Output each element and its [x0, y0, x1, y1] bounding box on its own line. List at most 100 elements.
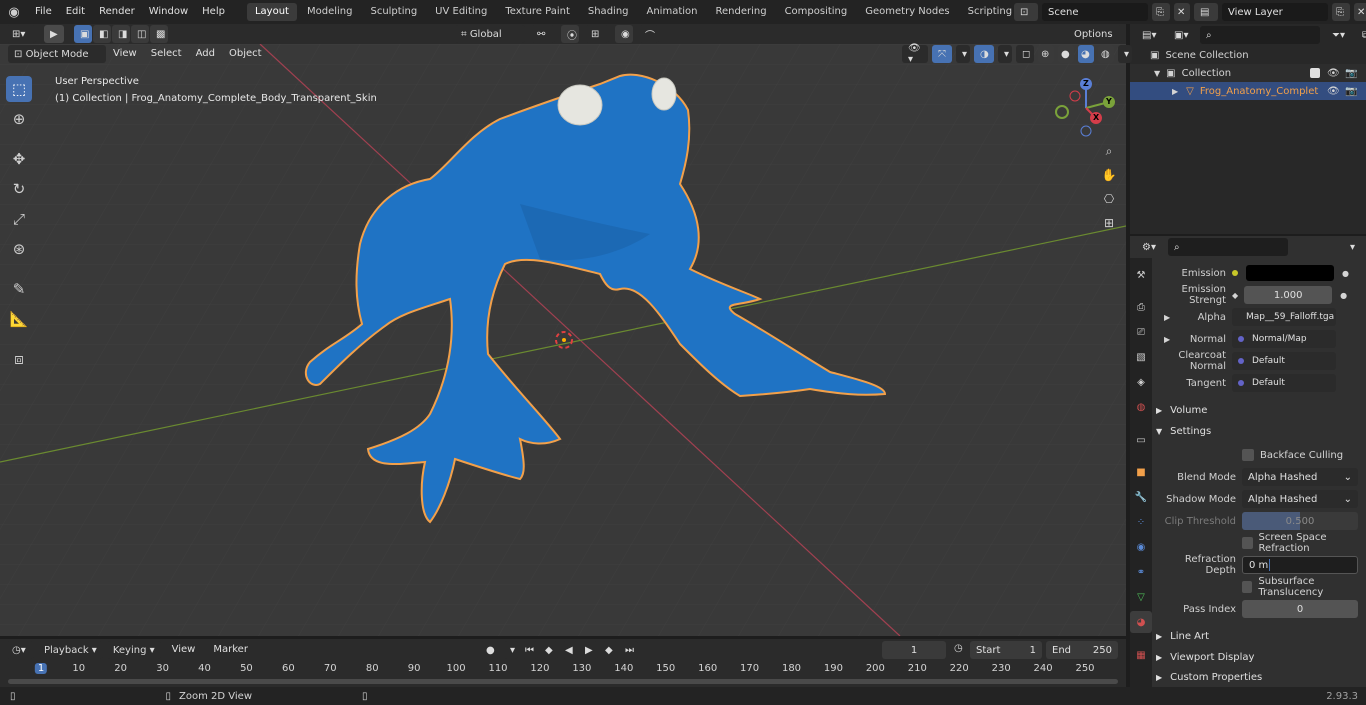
object-render-icon[interactable]: 📷	[1345, 86, 1357, 97]
clearcoat-normal-field[interactable]: Default	[1232, 352, 1336, 370]
scale-tool-icon[interactable]: ⤢	[6, 206, 32, 232]
rotate-tool-icon[interactable]: ↻	[6, 176, 32, 202]
visibility-icon[interactable]: 👁▾	[902, 43, 928, 65]
object-mode-dropdown[interactable]: ⊡ Object Mode	[8, 45, 106, 63]
blender-logo-icon[interactable]: ◉	[0, 5, 28, 20]
normal-link-field[interactable]: Normal/Map	[1232, 330, 1336, 348]
selection-mode-set-icon[interactable]: ▣	[74, 25, 92, 43]
shading-dropdown-icon[interactable]: ▾	[1118, 45, 1132, 63]
world-tab-icon[interactable]: ◍	[1132, 398, 1150, 416]
3d-viewport[interactable]: User Perspective (1) Collection | Frog_A…	[0, 44, 1126, 636]
selection-mode-extend-icon[interactable]: ◧	[93, 25, 111, 43]
scene-field[interactable]: Scene	[1042, 3, 1148, 21]
subsurface-translucency-checkbox[interactable]	[1242, 581, 1253, 593]
options-dropdown[interactable]: Options	[1068, 25, 1122, 43]
jump-start-icon[interactable]: ⏮	[522, 641, 538, 659]
object-row[interactable]: ▶ ▽ Frog_Anatomy_Complet 👁 📷	[1130, 82, 1366, 100]
shading-wireframe-icon[interactable]: ⊕	[1038, 45, 1054, 63]
tab-shading[interactable]: Shading	[580, 3, 637, 21]
shading-material-icon[interactable]: ◕	[1078, 45, 1094, 63]
falloff-icon[interactable]: ⌒	[639, 25, 659, 43]
perspective-toggle-icon[interactable]: ⊞	[1098, 213, 1120, 233]
properties-options-icon[interactable]: ▾	[1344, 238, 1362, 256]
clip-threshold-slider[interactable]: 0.500	[1242, 512, 1358, 530]
tab-uv-editing[interactable]: UV Editing	[427, 3, 495, 21]
play-icon[interactable]: ▶	[582, 641, 598, 659]
outliner-search-input[interactable]: ⌕	[1200, 26, 1320, 44]
view-layer-selector-icon[interactable]: ▤	[1194, 3, 1218, 21]
timeline-editor-type-icon[interactable]: ◷▾	[6, 641, 34, 659]
properties-search-input[interactable]: ⌕	[1168, 238, 1288, 256]
viewport-menu-add[interactable]: Add	[189, 44, 222, 64]
screen-space-refraction-checkbox[interactable]	[1242, 537, 1253, 549]
output-tab-icon[interactable]: ⎚	[1132, 323, 1150, 341]
record-options-icon[interactable]: ▾	[504, 641, 518, 659]
pan-hand-icon[interactable]: ✋	[1098, 165, 1120, 185]
timeline-menu-keying[interactable]: Keying ▾	[106, 641, 161, 659]
emission-strength-field[interactable]: 1.000	[1244, 286, 1333, 304]
selection-mode-subtract-icon[interactable]: ◨	[112, 25, 130, 43]
tab-rendering[interactable]: Rendering	[707, 3, 774, 21]
menu-window[interactable]: Window	[142, 0, 195, 24]
shading-solid-icon[interactable]: ●	[1058, 45, 1074, 63]
filter-icon[interactable]: ⏷▾	[1326, 26, 1350, 44]
viewport-menu-select[interactable]: Select	[144, 44, 189, 64]
collection-tab-icon[interactable]: ▭	[1132, 431, 1150, 449]
view-layer-field[interactable]: View Layer	[1222, 3, 1328, 21]
record-icon[interactable]: ●	[480, 641, 500, 659]
select-tool-icon[interactable]: ▶	[44, 25, 64, 43]
camera-view-icon[interactable]: ⎔	[1098, 189, 1120, 209]
select-box-icon[interactable]: ⬚	[6, 76, 32, 102]
object-tab-icon[interactable]: ■	[1132, 463, 1150, 481]
overlay-toggle-icon[interactable]: ◑	[974, 45, 994, 63]
delete-scene-button[interactable]: ✕	[1174, 3, 1190, 21]
gizmo-dropdown-icon[interactable]: ▾	[956, 45, 970, 63]
overlay-dropdown-icon[interactable]: ▾	[998, 45, 1012, 63]
particles-tab-icon[interactable]: ⁘	[1132, 513, 1150, 531]
constraints-tab-icon[interactable]: ⚭	[1132, 563, 1150, 581]
measure-tool-icon[interactable]: 📐	[6, 306, 32, 332]
outliner-display-mode-icon[interactable]: ▣▾	[1168, 26, 1194, 44]
menu-file[interactable]: File	[28, 0, 59, 24]
expand-collection-icon[interactable]: ▼	[1154, 69, 1160, 78]
emission-keyframe-icon[interactable]: ●	[1342, 269, 1349, 278]
alpha-expand-icon[interactable]: ▶	[1164, 313, 1170, 322]
selection-mode-intersect-icon[interactable]: ▩	[150, 25, 168, 43]
gizmo-toggle-icon[interactable]: ⤧	[932, 45, 952, 63]
physics-tab-icon[interactable]: ◉	[1132, 538, 1150, 556]
collection-render-icon[interactable]: 📷	[1345, 68, 1357, 79]
timeline-menu-marker[interactable]: Marker	[206, 641, 255, 659]
new-scene-button[interactable]: ⎘	[1152, 3, 1170, 21]
menu-help[interactable]: Help	[195, 0, 232, 24]
editor-type-icon[interactable]: ⊞▾	[6, 25, 36, 43]
emission-color-swatch[interactable]	[1246, 265, 1334, 281]
next-keyframe-icon[interactable]: ◆	[602, 641, 618, 659]
pivot-point-icon[interactable]: ⚯	[531, 25, 555, 43]
outliner-editor-type-icon[interactable]: ▤▾	[1136, 26, 1162, 44]
blend-mode-dropdown[interactable]: Alpha Hashed ⌄	[1242, 468, 1358, 486]
emission-strength-keyframe-icon[interactable]: ●	[1340, 291, 1347, 300]
tab-compositing[interactable]: Compositing	[777, 3, 856, 21]
end-frame-field[interactable]: End 250	[1046, 641, 1118, 659]
jump-end-icon[interactable]: ⏭	[622, 641, 638, 659]
tab-layout[interactable]: Layout	[246, 3, 297, 21]
collection-exclude-checkbox[interactable]	[1310, 68, 1320, 78]
tangent-field[interactable]: Default	[1232, 374, 1336, 392]
timeline-menu-view[interactable]: View	[165, 641, 203, 659]
data-tab-icon[interactable]: ▽	[1132, 588, 1150, 606]
volume-panel-header[interactable]: ▶ Volume	[1156, 400, 1207, 420]
line-art-panel-header[interactable]: ▶ Line Art	[1156, 626, 1209, 646]
snap-target-icon[interactable]: ⊞	[585, 25, 609, 43]
xray-toggle-icon[interactable]: ◻	[1016, 45, 1034, 63]
object-visibility-icon[interactable]: 👁	[1327, 86, 1340, 97]
tab-modeling[interactable]: Modeling	[299, 3, 361, 21]
collection-visibility-icon[interactable]: 👁	[1327, 68, 1340, 79]
transform-orientation-dropdown[interactable]: ⌗ Global	[455, 25, 525, 43]
view-layer-tab-icon[interactable]: ▧	[1132, 348, 1150, 366]
timeline-scrollbar[interactable]	[8, 679, 1118, 684]
viewport-menu-object[interactable]: Object	[222, 44, 269, 64]
material-tab-icon[interactable]: ◕	[1130, 611, 1152, 633]
preview-range-icon[interactable]: ◷	[954, 643, 963, 654]
play-reverse-icon[interactable]: ◀	[562, 641, 578, 659]
normal-expand-icon[interactable]: ▶	[1164, 335, 1170, 344]
